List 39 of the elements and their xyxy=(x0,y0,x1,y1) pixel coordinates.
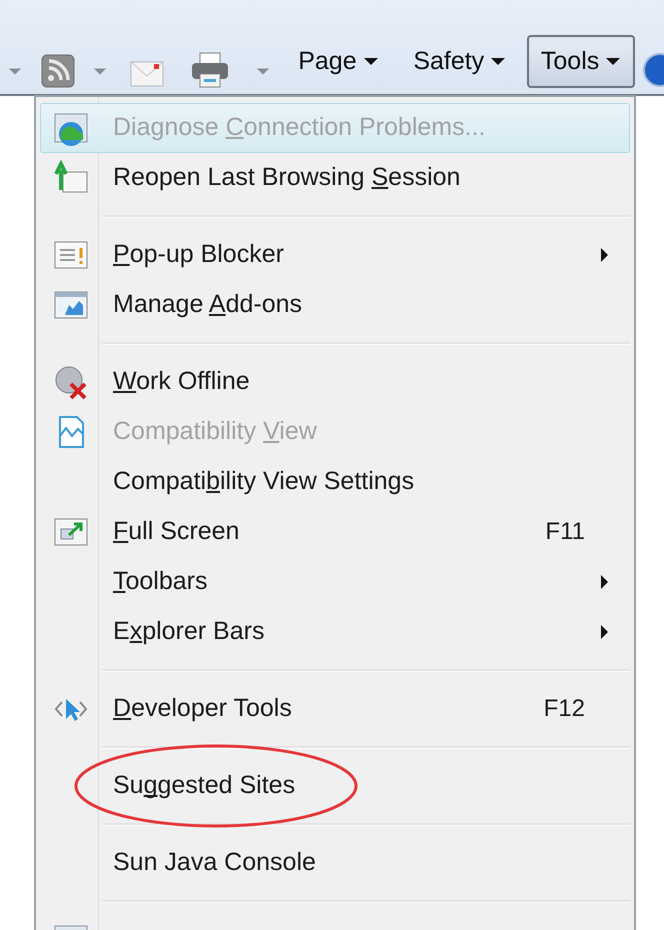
menu-item-label: Pop-up Blocker xyxy=(113,239,284,270)
menu-item[interactable]: Work Offline xyxy=(40,357,630,407)
menu-item-label: Toolbars xyxy=(113,566,208,598)
menu-item-label: Explorer Bars xyxy=(113,616,264,648)
globe-cross-icon xyxy=(53,364,89,400)
menu-item[interactable]: Developer Tools F12 xyxy=(40,684,630,734)
menu-item-label: Work Offline xyxy=(113,366,250,398)
toolbar-menu-button[interactable]: Tools xyxy=(526,34,636,88)
menu-item[interactable]: Explorer Bars xyxy=(40,607,630,657)
feed-icon xyxy=(40,54,75,88)
toolbar-menu-button[interactable]: Page xyxy=(284,34,393,88)
menu-item-label: Manage Add-ons xyxy=(113,289,302,320)
caret-icon xyxy=(256,67,270,76)
caret-icon xyxy=(8,67,22,76)
menu-item[interactable]: Sun Java Console xyxy=(40,838,630,888)
menu-item[interactable]: Compatibility View Settings xyxy=(40,457,630,507)
caret-icon xyxy=(490,56,506,66)
shortcut-label: F11 xyxy=(545,517,585,547)
menu-item-label: Compatibility View xyxy=(113,416,317,448)
caret-icon xyxy=(362,56,379,66)
menu-item[interactable]: Toolbars xyxy=(40,557,630,607)
menu-item-label: Diagnose Connection Problems... xyxy=(113,112,486,144)
caret-icon xyxy=(605,56,622,66)
caret-icon xyxy=(93,67,108,76)
menu-item-label: Sun Java Console xyxy=(113,847,316,878)
menu-item[interactable]: Reopen Last Browsing Session xyxy=(40,153,630,203)
menu-item[interactable]: Full Screen F11 xyxy=(40,507,630,557)
menu-item-label: Compatibility View Settings xyxy=(113,466,414,498)
menu-item-label: Reopen Last Browsing Session xyxy=(113,162,460,194)
printer-icon xyxy=(190,52,229,88)
shortcut-label: F12 xyxy=(544,694,585,724)
menu-item-label: Suggested Sites xyxy=(113,770,296,802)
menu-item[interactable]: Manage Add-ons xyxy=(40,280,630,330)
menu-item-label: Developer Tools xyxy=(113,693,292,724)
menu-item[interactable]: Pop-up Blocker xyxy=(40,230,630,280)
toolbar-menu-button[interactable]: Safety xyxy=(399,34,520,88)
envelope-icon xyxy=(130,60,164,88)
menu-item-label: Full Screen xyxy=(113,516,240,548)
menu-item[interactable]: Suggested Sites xyxy=(40,761,630,811)
